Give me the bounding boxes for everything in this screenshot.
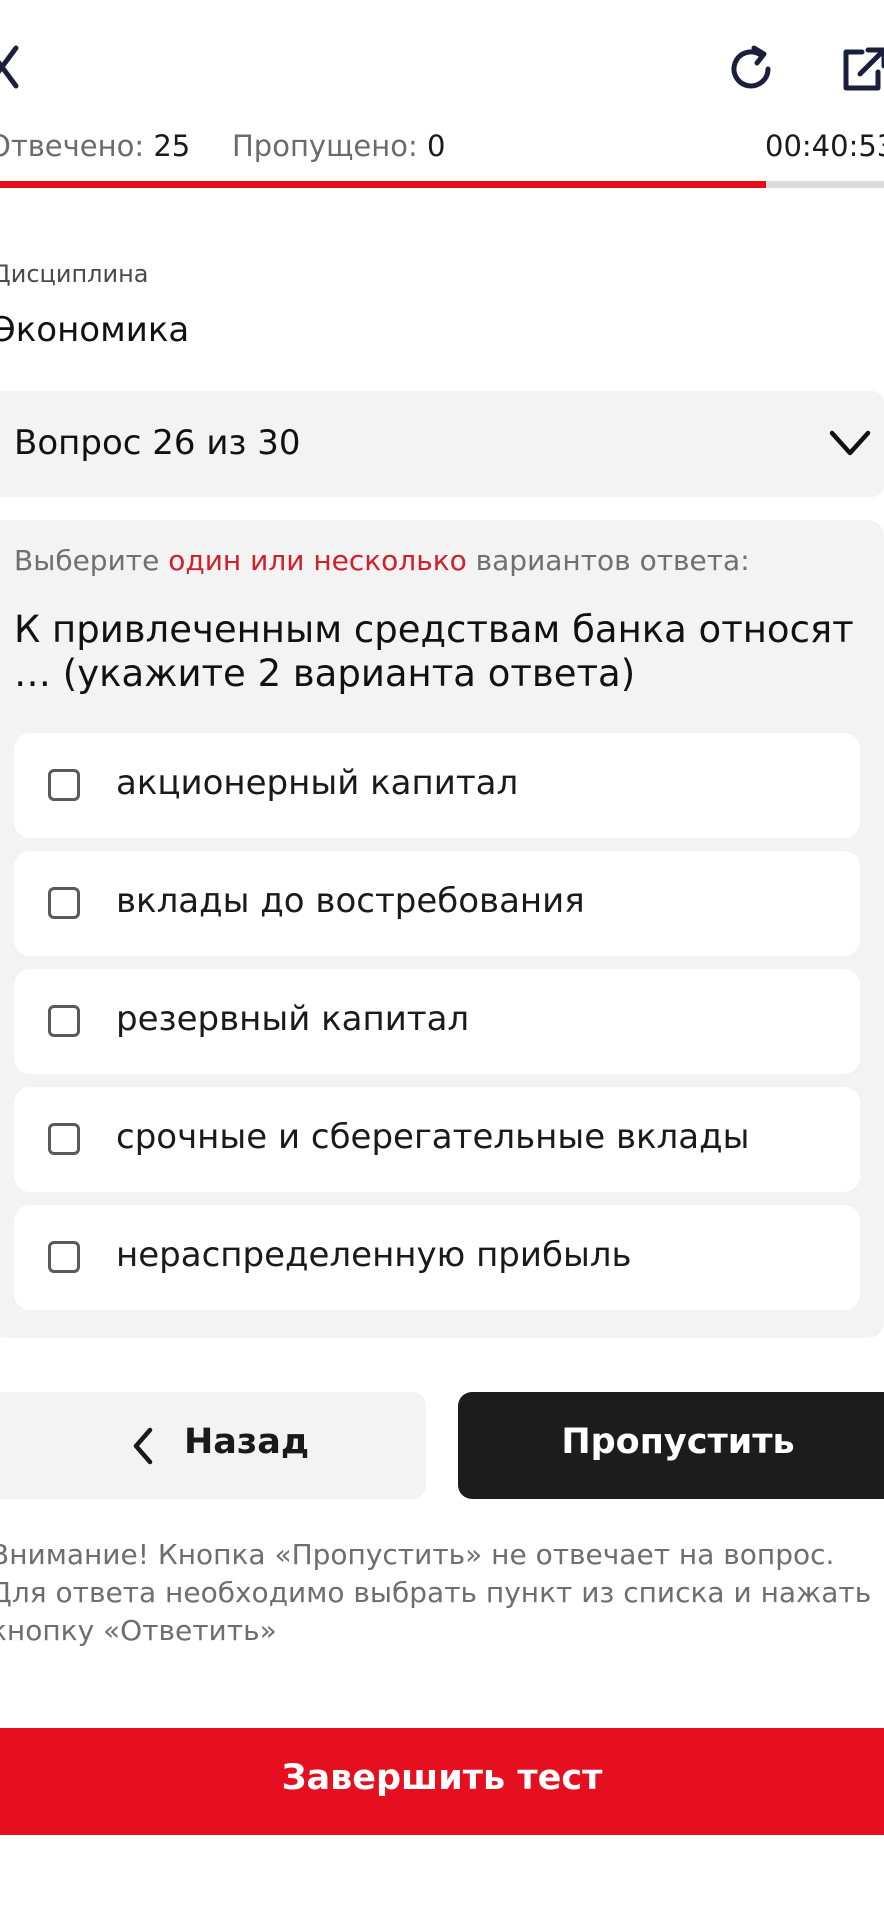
- answer-option[interactable]: нераспределенную прибыль: [14, 1205, 860, 1310]
- question-selector[interactable]: Вопрос 26 из 30: [0, 391, 884, 497]
- skip-button[interactable]: Пропустить: [458, 1392, 884, 1499]
- answer-option[interactable]: вклады до востребования: [14, 851, 860, 956]
- answered-value: 25: [153, 129, 191, 163]
- option-label: вклады до востребования: [116, 881, 585, 921]
- finish-test-label: Завершить тест: [281, 1758, 603, 1798]
- option-checkbox[interactable]: [48, 1005, 80, 1037]
- answer-instruction: Выберите один или несколько вариантов от…: [14, 544, 750, 577]
- finish-test-button[interactable]: Завершить тест: [0, 1728, 884, 1835]
- question-card: Выберите один или несколько вариантов от…: [0, 520, 884, 1338]
- question-text: К привлеченным средствам банка относят ……: [14, 608, 854, 695]
- answer-option[interactable]: резервный капитал: [14, 969, 860, 1074]
- chevron-left-icon: [130, 1426, 156, 1466]
- option-label: резервный капитал: [116, 999, 470, 1039]
- chevron-down-icon: [828, 423, 872, 463]
- skipped-label: Пропущено:: [232, 129, 418, 163]
- option-checkbox[interactable]: [48, 769, 80, 801]
- option-checkbox[interactable]: [48, 887, 80, 919]
- back-button-label: Назад: [184, 1422, 310, 1462]
- skip-button-label: Пропустить: [561, 1422, 795, 1462]
- instruction-suffix: вариантов ответа:: [475, 544, 750, 577]
- back-button[interactable]: Назад: [0, 1392, 426, 1499]
- instruction-prefix: Выберите: [14, 544, 160, 577]
- refresh-icon[interactable]: [724, 42, 778, 96]
- progress-fill: [0, 181, 767, 188]
- discipline-label: Дисциплина: [0, 260, 149, 288]
- open-external-icon[interactable]: [838, 44, 884, 96]
- close-icon[interactable]: [0, 44, 20, 90]
- stats-bar: Отвечено: 25 Пропущено: 0 00:40:53: [0, 126, 884, 166]
- skipped-value: 0: [426, 129, 446, 163]
- option-label: акционерный капитал: [116, 763, 519, 803]
- timer: 00:40:53: [765, 129, 884, 163]
- skip-notice: Внимание! Кнопка «Пропустить» не отвечае…: [0, 1538, 872, 1647]
- option-label: срочные и сберегательные вклады: [116, 1117, 750, 1157]
- answered-stat: Отвечено: 25: [0, 126, 190, 166]
- test-screen: Отвечено: 25 Пропущено: 0 00:40:53 Дисци…: [0, 0, 884, 1920]
- option-checkbox[interactable]: [48, 1123, 80, 1155]
- answer-option[interactable]: акционерный капитал: [14, 733, 860, 838]
- option-label: нераспределенную прибыль: [116, 1235, 632, 1275]
- question-selector-label: Вопрос 26 из 30: [14, 423, 301, 463]
- skipped-stat: Пропущено: 0: [232, 126, 445, 166]
- answer-option[interactable]: срочные и сберегательные вклады: [14, 1087, 860, 1192]
- instruction-accent: один или несколько: [168, 544, 467, 577]
- discipline-value: Экономика: [0, 310, 190, 350]
- option-checkbox[interactable]: [48, 1241, 80, 1273]
- answered-label: Отвечено:: [0, 129, 145, 163]
- progress-bar: [0, 181, 884, 188]
